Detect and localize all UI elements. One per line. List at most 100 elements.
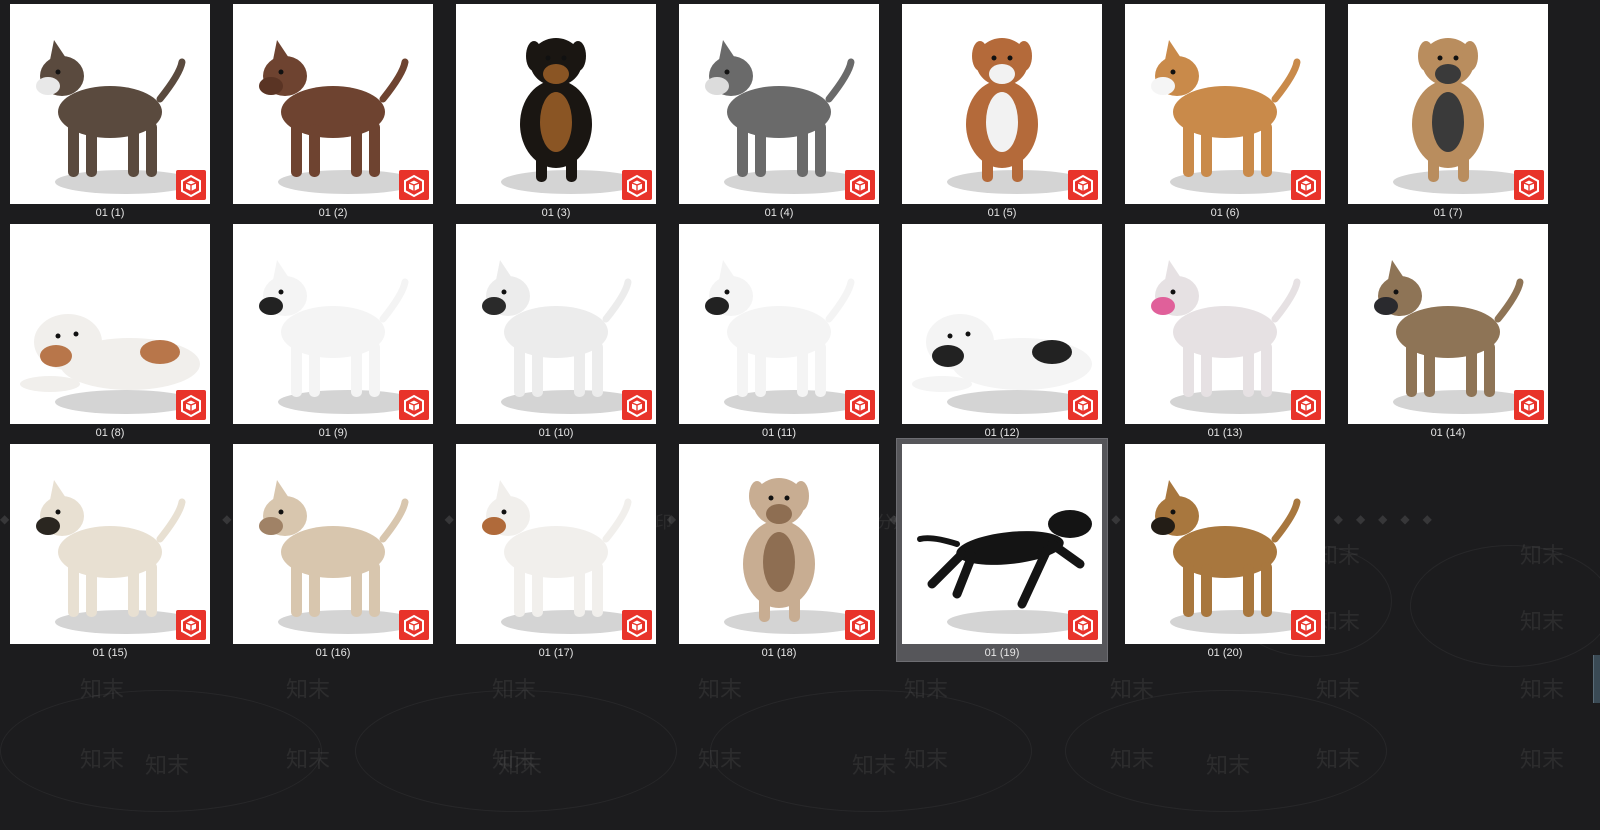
- watermark-text: 知末: [1520, 748, 1565, 773]
- thumbnail-image[interactable]: [902, 4, 1102, 204]
- watermark-text: 知末: [852, 754, 897, 779]
- file-thumbnail[interactable]: 01 (19): [896, 438, 1108, 664]
- watermark-text: 知末: [1316, 748, 1361, 773]
- sketchup-file-icon: [176, 390, 206, 420]
- file-name-label: 01 (4): [764, 207, 794, 219]
- sketchup-file-icon: [399, 610, 429, 640]
- watermark-text: 知末: [1520, 678, 1565, 703]
- thumbnail-image[interactable]: [679, 444, 879, 644]
- watermark-text: 知末: [1110, 748, 1155, 773]
- sketchup-file-icon: [1291, 390, 1321, 420]
- file-thumbnail[interactable]: 01 (16): [233, 444, 433, 664]
- file-name-label: 01 (7): [1433, 207, 1463, 219]
- sketchup-file-icon: [622, 390, 652, 420]
- watermark-text: 知末: [145, 754, 190, 779]
- file-thumbnail[interactable]: 01 (9): [233, 224, 433, 444]
- file-thumbnail[interactable]: 01 (6): [1125, 4, 1325, 224]
- file-thumbnail[interactable]: 01 (10): [456, 224, 656, 444]
- watermark-text: 知末: [492, 678, 537, 703]
- thumbnail-image[interactable]: [456, 4, 656, 204]
- sketchup-file-icon: [845, 610, 875, 640]
- watermark-text: 知末: [492, 748, 537, 773]
- thumbnail-image[interactable]: [10, 444, 210, 644]
- thumbnail-image[interactable]: [1125, 444, 1325, 644]
- thumbnail-image[interactable]: [10, 4, 210, 204]
- file-thumbnail[interactable]: 01 (4): [679, 4, 879, 224]
- file-name-label: 01 (11): [761, 427, 797, 439]
- watermark-text: 知末: [904, 748, 949, 773]
- file-name-label: 01 (16): [315, 647, 351, 659]
- sketchup-file-icon: [1291, 170, 1321, 200]
- sketchup-file-icon: [845, 390, 875, 420]
- scrollbar-handle[interactable]: [1593, 655, 1600, 703]
- file-thumbnail[interactable]: 01 (5): [902, 4, 1102, 224]
- file-thumbnail[interactable]: 01 (8): [10, 224, 210, 444]
- file-thumbnail[interactable]: 01 (17): [456, 444, 656, 664]
- file-thumbnail[interactable]: 01 (1): [10, 4, 210, 224]
- file-thumbnail[interactable]: 01 (18): [679, 444, 879, 664]
- file-name-label: 01 (20): [1207, 647, 1243, 659]
- thumbnail-grid: 01 (1) 01 (2) 01 (3) 01 (4) 01 (5) 01 (6…: [10, 4, 1548, 664]
- file-thumbnail[interactable]: 01 (20): [1125, 444, 1325, 664]
- sketchup-file-icon: [399, 170, 429, 200]
- sketchup-file-icon: [845, 170, 875, 200]
- file-name-label: 01 (14): [1430, 427, 1466, 439]
- file-thumbnail[interactable]: 01 (3): [456, 4, 656, 224]
- thumbnail-image[interactable]: [679, 224, 879, 424]
- sketchup-file-icon: [1068, 390, 1098, 420]
- file-thumbnail[interactable]: 01 (15): [10, 444, 210, 664]
- thumbnail-image[interactable]: [1348, 224, 1548, 424]
- sketchup-file-icon: [622, 610, 652, 640]
- watermark-text: 知末: [286, 748, 331, 773]
- file-name-label: 01 (8): [95, 427, 125, 439]
- watermark-text: 知末: [80, 748, 125, 773]
- watermark-text: 知末: [80, 678, 125, 703]
- file-name-label: 01 (9): [318, 427, 348, 439]
- watermark-text: 知末: [1316, 678, 1361, 703]
- watermark-text: 知末: [904, 678, 949, 703]
- thumbnail-image[interactable]: [233, 4, 433, 204]
- file-name-label: 01 (1): [95, 207, 125, 219]
- sketchup-file-icon: [176, 170, 206, 200]
- sketchup-file-icon: [622, 170, 652, 200]
- sketchup-file-icon: [1068, 610, 1098, 640]
- watermark-text: 知末: [698, 748, 743, 773]
- thumbnail-image[interactable]: [233, 224, 433, 424]
- sketchup-file-icon: [1291, 610, 1321, 640]
- file-thumbnail[interactable]: 01 (2): [233, 4, 433, 224]
- thumbnail-image[interactable]: [10, 224, 210, 424]
- file-name-label: 01 (17): [538, 647, 574, 659]
- sketchup-file-icon: [1068, 170, 1098, 200]
- sketchup-file-icon: [399, 390, 429, 420]
- file-thumbnail[interactable]: 01 (7): [1348, 4, 1548, 224]
- thumbnail-image[interactable]: [233, 444, 433, 644]
- thumbnail-image[interactable]: [456, 444, 656, 644]
- file-name-label: 01 (6): [1210, 207, 1240, 219]
- watermark-text: 知末: [1110, 678, 1155, 703]
- thumbnail-image[interactable]: [902, 444, 1102, 644]
- thumbnail-image[interactable]: [679, 4, 879, 204]
- file-name-label: 01 (19): [984, 647, 1020, 659]
- file-thumbnail[interactable]: 01 (13): [1125, 224, 1325, 444]
- file-thumbnail[interactable]: 01 (11): [679, 224, 879, 444]
- file-name-label: 01 (13): [1207, 427, 1243, 439]
- thumbnail-image[interactable]: [456, 224, 656, 424]
- file-name-label: 01 (18): [761, 647, 797, 659]
- sketchup-file-icon: [176, 610, 206, 640]
- watermark-text: 知末: [698, 678, 743, 703]
- thumbnail-viewer: ◆◆◆◆◆◆◆◆◆◆◆◆◆◆◆◆◆◆◆◆◆◆◆◆◆◆◆◆◆◆◆◆◆◆◆◆◆◆◆◆…: [0, 0, 1600, 830]
- watermark-text: 知末: [286, 678, 331, 703]
- file-name-label: 01 (10): [538, 427, 574, 439]
- thumbnail-image[interactable]: [1125, 224, 1325, 424]
- watermark-text: 知末: [498, 754, 543, 779]
- file-thumbnail[interactable]: 01 (12): [902, 224, 1102, 444]
- sketchup-file-icon: [1514, 170, 1544, 200]
- file-name-label: 01 (3): [541, 207, 571, 219]
- file-name-label: 01 (2): [318, 207, 348, 219]
- thumbnail-image[interactable]: [902, 224, 1102, 424]
- thumbnail-image[interactable]: [1348, 4, 1548, 204]
- sketchup-file-icon: [1514, 390, 1544, 420]
- file-name-label: 01 (15): [92, 647, 128, 659]
- file-thumbnail[interactable]: 01 (14): [1348, 224, 1548, 444]
- thumbnail-image[interactable]: [1125, 4, 1325, 204]
